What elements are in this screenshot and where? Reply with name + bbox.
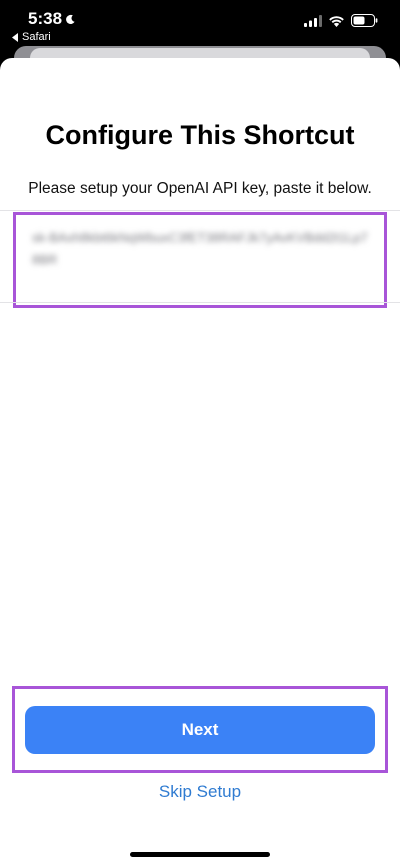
next-button-highlight: Next — [12, 686, 388, 773]
moon-icon — [66, 14, 75, 24]
divider-bottom — [0, 302, 400, 303]
wifi-icon — [329, 15, 344, 27]
skip-setup-link[interactable]: Skip Setup — [0, 782, 400, 802]
back-to-safari-link[interactable]: Safari — [12, 31, 51, 43]
battery-icon — [351, 14, 378, 27]
clock-time: 5:38 — [28, 9, 63, 28]
api-key-field[interactable]: sk-BAxh8kbt6kNqWbuxC3fET38RAFJk7yAvKVBdd… — [13, 212, 387, 308]
page-title: Configure This Shortcut — [45, 120, 355, 150]
status-icons — [304, 14, 378, 27]
back-app-label: Safari — [22, 31, 51, 43]
api-key-value: sk-BAxh8kbt6kNqWbuxC3fET38RAFJk7yAvKVBdd… — [32, 230, 368, 267]
divider-top — [0, 210, 400, 211]
home-indicator[interactable] — [130, 852, 270, 857]
setup-instructions: Please setup your OpenAI API key, paste … — [28, 180, 372, 197]
next-button[interactable]: Next — [25, 706, 375, 754]
clock: 5:38 — [28, 9, 76, 29]
configure-shortcut-sheet: Configure This Shortcut Please setup you… — [0, 58, 400, 864]
status-bar: 5:38 Safari — [0, 0, 400, 46]
signal-icon — [304, 14, 322, 27]
back-triangle-icon — [12, 32, 18, 42]
